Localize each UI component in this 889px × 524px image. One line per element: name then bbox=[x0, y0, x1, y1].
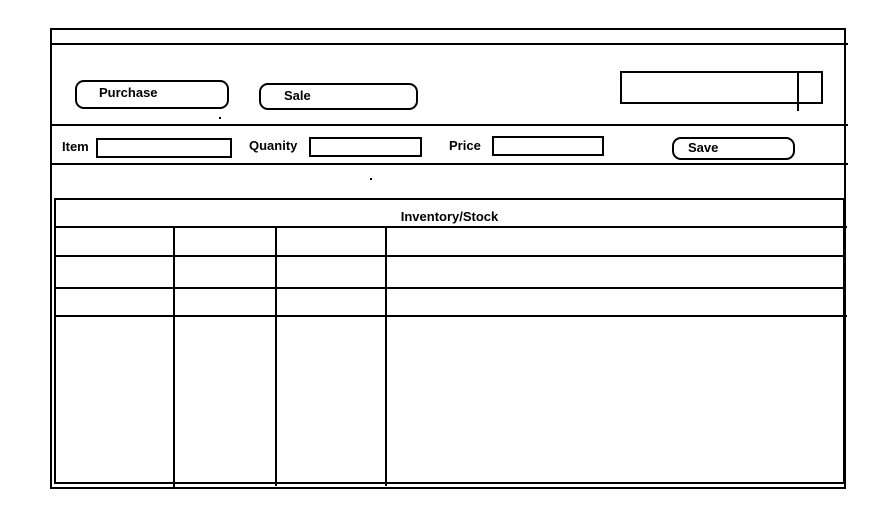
search-input[interactable] bbox=[620, 71, 823, 104]
inventory-table: Inventory/Stock bbox=[54, 198, 847, 488]
item-field[interactable] bbox=[96, 138, 232, 158]
text-cursor bbox=[797, 73, 799, 111]
inventory-table-title: Inventory/Stock bbox=[400, 209, 499, 224]
stray-mark-2 bbox=[370, 178, 372, 180]
stray-mark bbox=[219, 117, 221, 119]
quantity-field[interactable] bbox=[309, 137, 422, 157]
save-button[interactable]: Save bbox=[672, 137, 795, 160]
table-row bbox=[56, 257, 843, 286]
price-field[interactable] bbox=[492, 136, 604, 156]
table-row bbox=[56, 228, 843, 254]
purchase-button[interactable]: Purchase bbox=[75, 80, 229, 109]
purchase-button-label: Purchase bbox=[99, 85, 158, 100]
title-bar-divider bbox=[50, 43, 848, 45]
sale-button[interactable]: Sale bbox=[259, 83, 418, 110]
app-window: Purchase Sale Item Quanity Price Save In… bbox=[0, 0, 889, 524]
save-button-label: Save bbox=[688, 140, 719, 155]
sale-button-label: Sale bbox=[284, 88, 311, 103]
toolbar-divider bbox=[50, 124, 848, 126]
table-row bbox=[56, 289, 843, 314]
form-divider bbox=[50, 163, 848, 165]
table-row bbox=[56, 317, 843, 482]
quantity-label: Quanity bbox=[249, 138, 298, 153]
item-label: Item bbox=[62, 139, 89, 154]
price-label: Price bbox=[449, 138, 481, 153]
